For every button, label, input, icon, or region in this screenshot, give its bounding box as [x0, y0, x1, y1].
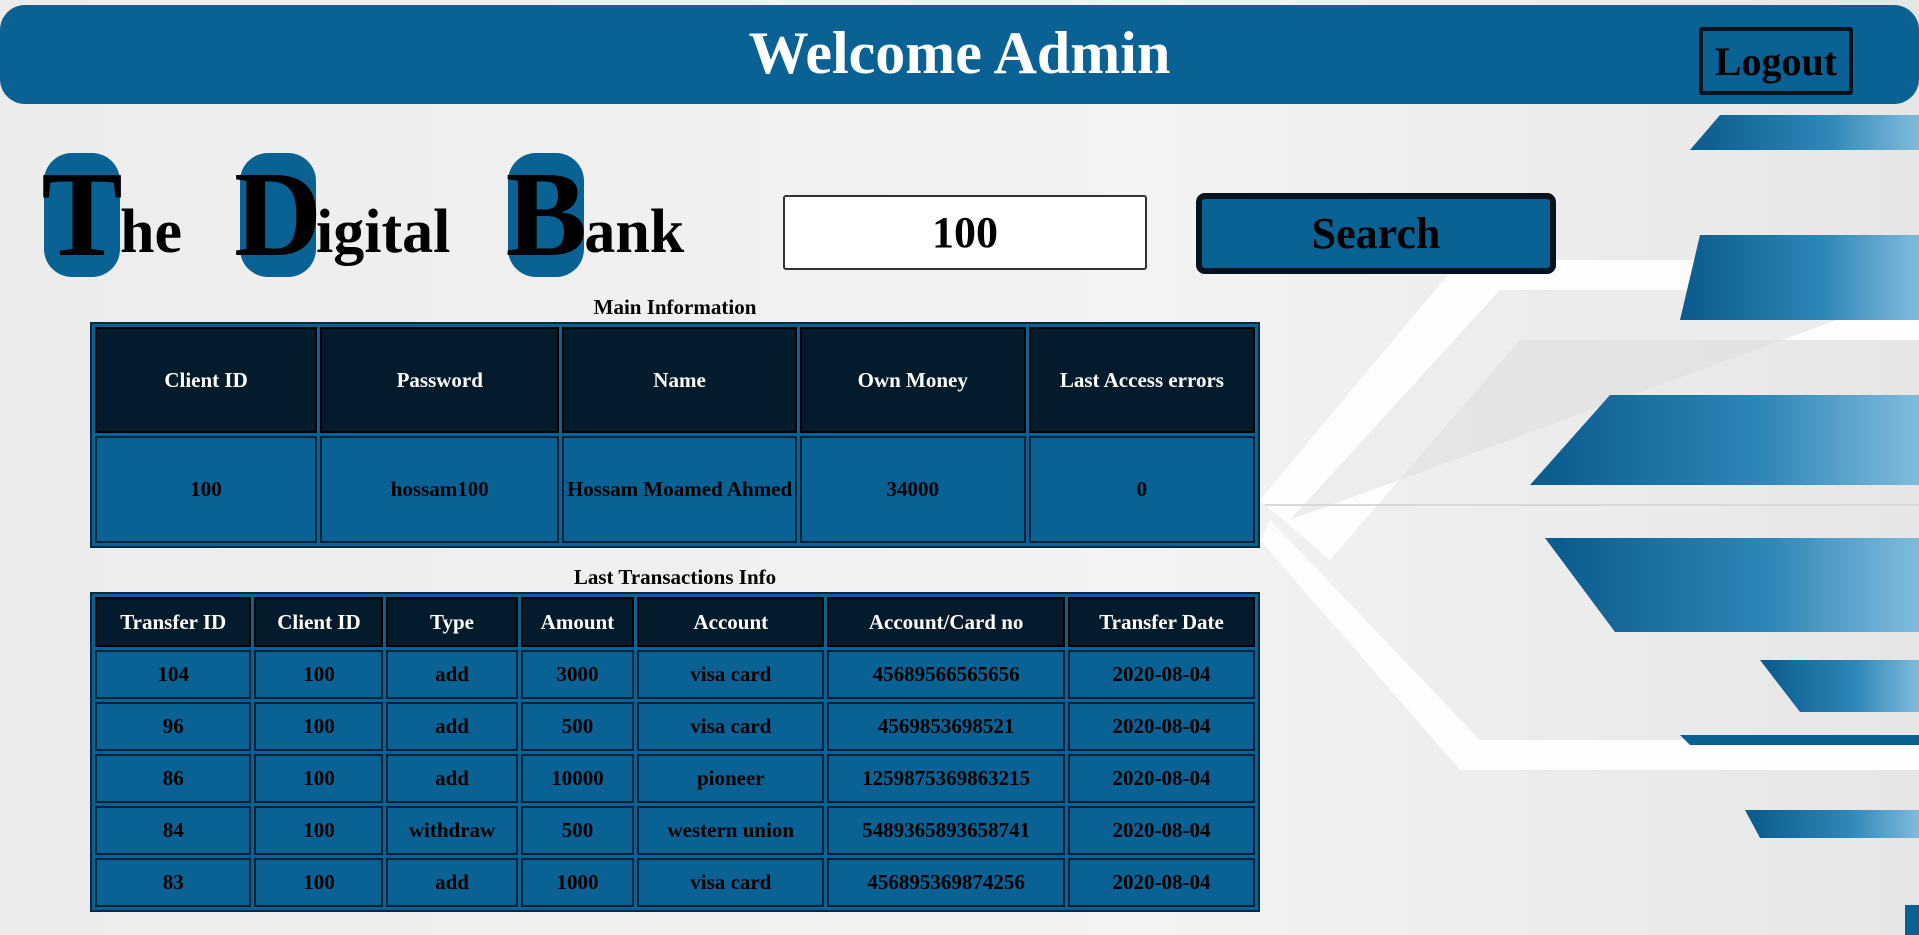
logout-button[interactable]: Logout — [1699, 27, 1853, 95]
table-cell: 100 — [254, 754, 384, 803]
column-header: Transfer ID — [95, 597, 252, 647]
table-row: 100 hossam100 Hossam Moamed Ahmed 34000 … — [95, 436, 1255, 543]
table-cell: 500 — [520, 806, 635, 855]
column-header: Amount — [520, 597, 635, 647]
table-row: 86 100 add 10000 pioneer 1259875369863215 2020… — [95, 754, 1255, 803]
logo-word-bank: B ank — [505, 147, 685, 282]
table-cell: 1000 — [520, 858, 635, 907]
table-cell: 104 — [95, 650, 252, 699]
table-cell: 96 — [95, 702, 252, 751]
table-cell: add — [386, 858, 518, 907]
table-cell: 3000 — [520, 650, 635, 699]
table-cell: visa card — [637, 650, 825, 699]
logo-word-the: T he — [41, 147, 182, 282]
table-cell: visa card — [637, 702, 825, 751]
table-cell: 100 — [254, 806, 384, 855]
column-header: Account/Card no — [827, 597, 1065, 647]
table-cell: 45689566565656 — [827, 650, 1065, 699]
column-header: Name — [562, 327, 797, 433]
search-button[interactable]: Search — [1196, 193, 1556, 274]
column-header: Password — [320, 327, 560, 433]
column-header: Transfer Date — [1068, 597, 1255, 647]
table-header-row: Client ID Password Name Own Money Last A… — [95, 327, 1255, 433]
table-row: 83 100 add 1000 visa card 456895369874256 2020… — [95, 858, 1255, 907]
table-cell: 83 — [95, 858, 252, 907]
table-cell: 2020-08-04 — [1068, 858, 1255, 907]
table-row: 84 100 withdraw 500 western union 54893658936… — [95, 806, 1255, 855]
column-header: Account — [637, 597, 825, 647]
table-cell: add — [386, 702, 518, 751]
table-cell: 2020-08-04 — [1068, 754, 1255, 803]
table-cell: 4569853698521 — [827, 702, 1065, 751]
welcome-title: Welcome Admin — [748, 20, 1171, 86]
logo-word-digital: D igital — [233, 147, 451, 282]
table-cell: 100 — [254, 702, 384, 751]
table-cell: 1259875369863215 — [827, 754, 1065, 803]
column-header: Own Money — [799, 327, 1026, 433]
top-header: Welcome Admin Logout — [0, 5, 1919, 104]
logo-initial: T — [41, 147, 123, 282]
table-cell: Hossam Moamed Ahmed — [562, 436, 797, 543]
table-cell: pioneer — [637, 754, 825, 803]
logo-initial: D — [233, 147, 323, 282]
column-header: Type — [386, 597, 518, 647]
table-cell: 100 — [254, 650, 384, 699]
table-cell: 84 — [95, 806, 252, 855]
column-header: Client ID — [254, 597, 384, 647]
table-cell: 0 — [1028, 436, 1255, 543]
table-cell: 100 — [254, 858, 384, 907]
table-cell: 34000 — [799, 436, 1026, 543]
table-header-row: Transfer ID Client ID Type Amount Accoun… — [95, 597, 1255, 647]
table-cell: western union — [637, 806, 825, 855]
table-cell: 10000 — [520, 754, 635, 803]
main-information-table: Client ID Password Name Own Money Last A… — [90, 322, 1260, 548]
main-information-caption: Main Information — [593, 295, 757, 319]
table-cell: add — [386, 650, 518, 699]
client-id-search-input[interactable] — [783, 195, 1147, 270]
table-cell: 2020-08-04 — [1068, 702, 1255, 751]
table-cell: 456895369874256 — [827, 858, 1065, 907]
table-cell: add — [386, 754, 518, 803]
table-cell: 2020-08-04 — [1068, 806, 1255, 855]
table-cell: withdraw — [386, 806, 518, 855]
table-row: 104 100 add 3000 visa card 45689566565656 2020… — [95, 650, 1255, 699]
table-row: 96 100 add 500 visa card 4569853698521 2020-08… — [95, 702, 1255, 751]
table-cell: 100 — [95, 436, 318, 543]
table-cell: 86 — [95, 754, 252, 803]
table-cell: hossam100 — [320, 436, 560, 543]
logo-initial: B — [505, 147, 588, 282]
transactions-body: 104 100 add 3000 visa card 45689566565656 2020… — [95, 650, 1255, 907]
bank-logo: T he D igital B ank — [41, 147, 685, 282]
logo-word-rest: ank — [584, 198, 685, 266]
table-cell: visa card — [637, 858, 825, 907]
logo-word-rest: igital — [316, 198, 451, 266]
column-header: Last Access errors — [1028, 327, 1255, 433]
last-transactions-caption: Last Transactions Info — [573, 565, 777, 589]
table-cell: 5489365893658741 — [827, 806, 1065, 855]
table-cell: 2020-08-04 — [1068, 650, 1255, 699]
column-header: Client ID — [95, 327, 318, 433]
table-cell: 500 — [520, 702, 635, 751]
last-transactions-table: Transfer ID Client ID Type Amount Accoun… — [90, 592, 1260, 912]
logo-word-rest: he — [120, 198, 182, 266]
